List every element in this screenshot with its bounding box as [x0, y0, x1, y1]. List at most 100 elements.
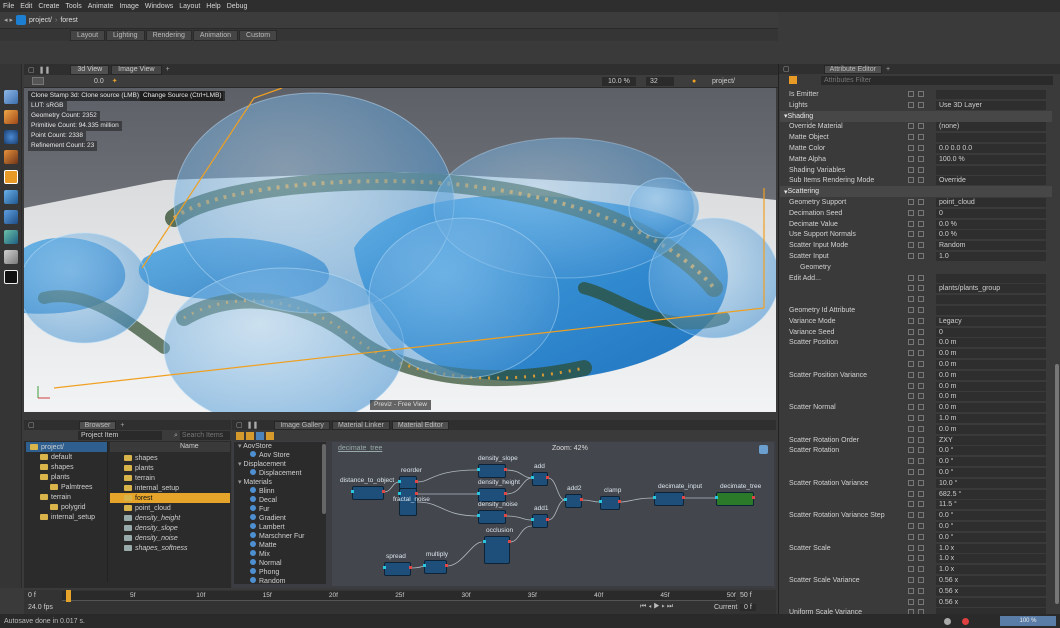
attr-keyframe-icon[interactable] — [908, 145, 914, 151]
pause-icon[interactable]: ❚❚ — [247, 421, 259, 429]
library-item[interactable]: Fur — [234, 505, 326, 514]
attr-value-field[interactable] — [936, 133, 1046, 143]
attr-value-field[interactable] — [936, 273, 1046, 283]
attr-value-field[interactable]: 1.0 x — [936, 543, 1046, 553]
node-port[interactable] — [477, 514, 480, 517]
attr-value-field[interactable] — [936, 90, 1046, 99]
attr-keyframe-icon[interactable] — [908, 404, 914, 411]
node-tool-icon[interactable] — [266, 431, 274, 440]
attr-expression-icon[interactable] — [918, 231, 924, 238]
project-current[interactable]: forest — [60, 17, 78, 24]
list-item[interactable]: shapes — [110, 453, 230, 463]
library-scrollbar[interactable] — [322, 444, 326, 514]
attr-keyframe-icon[interactable] — [908, 199, 914, 205]
attr-keyframe-icon[interactable] — [908, 598, 914, 605]
current-frame[interactable]: 0 f — [740, 604, 756, 611]
attr-keyframe-icon[interactable] — [908, 544, 914, 551]
attributes-filter[interactable]: Attributes Filter — [821, 75, 1053, 85]
library-item[interactable]: Normal — [234, 559, 326, 568]
lock-icon[interactable]: ▢ — [28, 66, 35, 74]
attr-expression-icon[interactable] — [918, 361, 924, 367]
node-port[interactable] — [415, 480, 418, 483]
attr-expression-icon[interactable] — [918, 447, 924, 454]
attr-value-field[interactable] — [936, 165, 1046, 175]
attr-keyframe-icon[interactable] — [908, 328, 914, 335]
attr-value-field[interactable]: 0.0 0.0 0.0 — [936, 144, 1046, 153]
attr-expression-icon[interactable] — [918, 166, 924, 173]
attr-keyframe-icon[interactable] — [908, 177, 914, 184]
tab-material-linker[interactable]: Material Linker — [331, 420, 390, 430]
tab-layout[interactable]: Layout — [70, 30, 106, 41]
attr-keyframe-icon[interactable] — [908, 101, 914, 108]
node-tool-icon[interactable] — [256, 431, 264, 440]
paint-tool-icon[interactable] — [4, 110, 18, 124]
library-item[interactable]: Marschner Fur — [234, 532, 326, 541]
attr-value-field[interactable]: 0.0 m — [936, 381, 1046, 391]
attr-expression-icon[interactable] — [918, 490, 924, 497]
menu-item-animate[interactable]: Animate — [88, 3, 114, 10]
attr-keyframe-icon[interactable] — [908, 425, 914, 432]
list-item[interactable]: shapes_softness — [110, 543, 230, 553]
attr-keyframe-icon[interactable] — [908, 555, 914, 562]
library-item[interactable]: Aov Store — [234, 451, 326, 460]
node-port[interactable] — [423, 564, 426, 567]
attr-expression-icon[interactable] — [918, 155, 924, 162]
library-category[interactable]: ▾ Materials — [234, 478, 326, 487]
node-port[interactable] — [546, 476, 549, 479]
attr-keyframe-icon[interactable] — [908, 436, 914, 443]
attr-value-field[interactable]: 0.0 m — [936, 424, 1046, 434]
attr-value-field[interactable]: 0.0 ° — [936, 511, 1046, 521]
node-port[interactable] — [383, 566, 386, 569]
attr-keyframe-icon[interactable] — [908, 587, 914, 594]
attr-keyframe-icon[interactable] — [908, 209, 914, 216]
attr-value-field[interactable]: 0.56 x — [936, 586, 1046, 596]
lighting-icon[interactable]: ✦ — [112, 77, 118, 85]
attr-expression-icon[interactable] — [918, 501, 924, 508]
timeline-start[interactable]: 0 f — [28, 592, 36, 599]
attr-keyframe-icon[interactable] — [908, 382, 914, 389]
project-item-selector[interactable]: Project Item — [78, 431, 162, 440]
attr-expression-icon[interactable] — [918, 577, 924, 583]
forward-icon[interactable]: ▸ — [10, 16, 14, 24]
tab-3d-view[interactable]: 3d View — [70, 64, 110, 75]
node-port[interactable] — [477, 468, 480, 471]
attr-expression-icon[interactable] — [918, 371, 924, 378]
attr-keyframe-icon[interactable] — [908, 469, 914, 475]
menu-item-layout[interactable]: Layout — [179, 3, 200, 10]
attr-subsection[interactable]: Geometry — [786, 262, 1054, 273]
tab-material-editor[interactable]: Material Editor — [391, 420, 449, 430]
attr-expression-icon[interactable] — [918, 209, 924, 216]
attr-keyframe-icon[interactable] — [908, 166, 914, 173]
tree-item[interactable]: default — [26, 452, 107, 462]
tab-animation[interactable]: Animation — [192, 30, 239, 41]
attr-expression-icon[interactable] — [918, 296, 924, 303]
node-port[interactable] — [409, 566, 412, 569]
attr-value-field[interactable]: 1.0 x — [936, 565, 1046, 575]
attr-keyframe-icon[interactable] — [908, 155, 914, 162]
attr-value-field[interactable]: 0.0 m — [936, 403, 1046, 413]
attr-expression-icon[interactable] — [918, 242, 924, 249]
attr-keyframe-icon[interactable] — [908, 501, 914, 508]
attr-value-field[interactable]: Use 3D Layer — [936, 100, 1046, 110]
node-port[interactable] — [445, 564, 448, 567]
attr-keyframe-icon[interactable] — [908, 447, 914, 454]
list-item[interactable]: plants — [110, 463, 230, 473]
attr-expression-icon[interactable] — [918, 253, 924, 259]
menu-item-windows[interactable]: Windows — [145, 3, 173, 10]
attr-expression-icon[interactable] — [918, 328, 924, 335]
attr-expression-icon[interactable] — [918, 393, 924, 400]
graph-node[interactable] — [564, 494, 583, 508]
menu-item-edit[interactable]: Edit — [20, 3, 32, 10]
attr-expression-icon[interactable] — [918, 382, 924, 389]
attr-expression-icon[interactable] — [918, 123, 924, 130]
zoom-value[interactable]: 10.0 % — [602, 76, 636, 86]
viewport-3d[interactable]: Clone Stamp 3d: Clone source (LMB) Chang… — [24, 88, 776, 412]
node-port[interactable] — [531, 518, 534, 521]
menu-item-create[interactable]: Create — [38, 3, 59, 10]
node-port[interactable] — [483, 540, 486, 543]
node-port[interactable] — [546, 518, 549, 521]
tab-browser[interactable]: Browser — [78, 420, 117, 430]
graph-node[interactable] — [351, 486, 385, 500]
attr-keyframe-icon[interactable] — [908, 523, 914, 529]
attr-expression-icon[interactable] — [918, 307, 924, 313]
